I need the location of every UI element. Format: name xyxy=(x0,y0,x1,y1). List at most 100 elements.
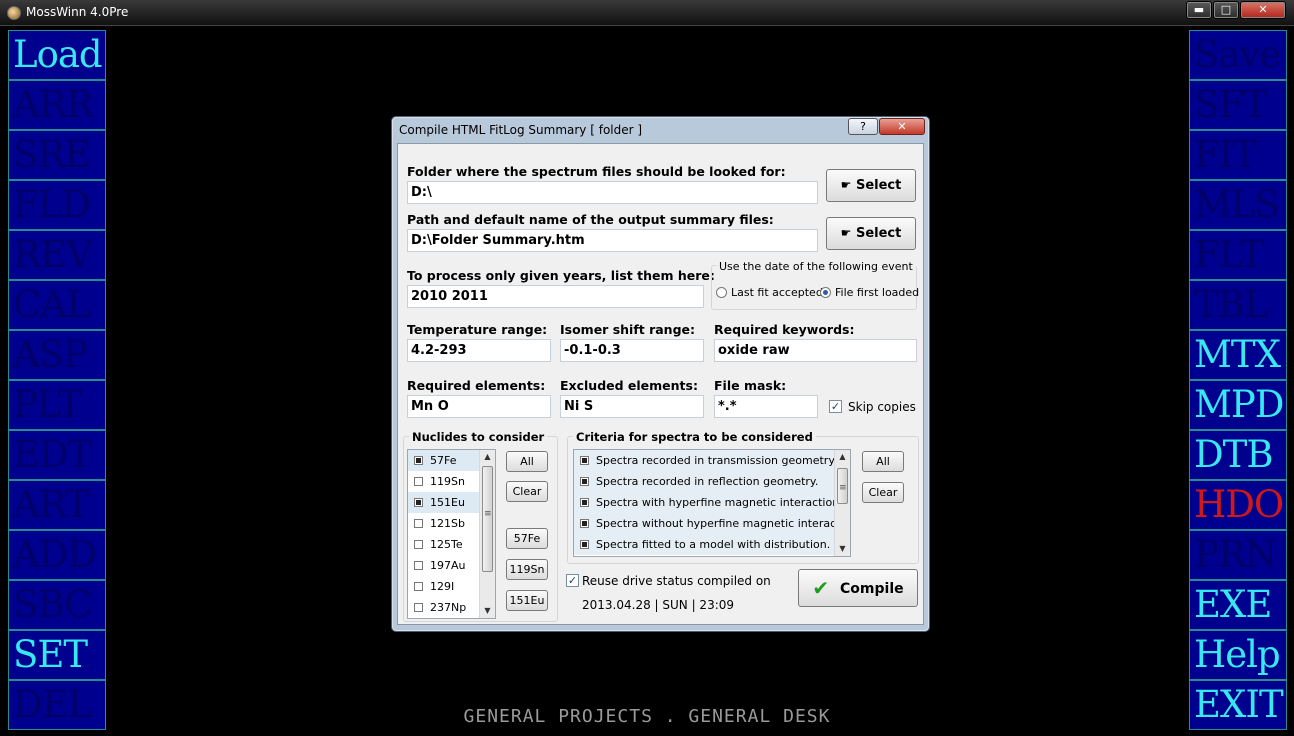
select-folder-button[interactable]: ☛ Select xyxy=(826,169,916,202)
nuclide-checkbox[interactable] xyxy=(414,561,423,570)
nuclide-checkbox[interactable] xyxy=(414,477,423,486)
menu-arr-button[interactable]: ARR xyxy=(8,80,106,130)
nuclide-checkbox[interactable] xyxy=(414,603,423,612)
temperature-input[interactable]: 4.2-293 xyxy=(407,339,551,362)
nuclide-checkbox[interactable] xyxy=(414,498,423,507)
criteria-item[interactable]: Spectra without hyperfine magnetic inter… xyxy=(574,513,850,534)
criteria-label: Spectra recorded in transmission geometr… xyxy=(596,454,837,467)
nuclide-label: 121Sb xyxy=(430,517,465,530)
menu-sft-button[interactable]: SFT xyxy=(1189,80,1287,130)
criteria-checkbox[interactable] xyxy=(580,456,589,465)
scroll-up-icon[interactable]: ▲ xyxy=(480,450,495,464)
criteria-item[interactable]: Spectra fitted to a model with distribut… xyxy=(574,534,850,555)
menu-hdo-button[interactable]: HDO xyxy=(1189,480,1287,530)
skip-copies-checkbox[interactable]: ✓ xyxy=(829,400,842,413)
criteria-checkbox[interactable] xyxy=(580,519,589,528)
date-event-group: Use the date of the following event Last… xyxy=(711,260,920,310)
menu-load-button[interactable]: Load xyxy=(8,30,106,80)
criteria-item[interactable]: Spectra recorded in reflection geometry. xyxy=(574,471,850,492)
scroll-down-icon[interactable]: ▼ xyxy=(835,542,850,556)
criteria-item[interactable]: Spectra recorded in transmission geometr… xyxy=(574,450,850,471)
nuclides-list[interactable]: 57Fe 119Sn 151Eu 121Sb 125Te 197Au 129I 237Np ▲… xyxy=(407,449,496,619)
menu-mls-button[interactable]: MLS xyxy=(1189,180,1287,230)
nuclide-checkbox[interactable] xyxy=(414,456,423,465)
dialog-close-button[interactable]: ✕ xyxy=(879,118,925,135)
menu-sbc-button[interactable]: SBC xyxy=(8,580,106,630)
criteria-item[interactable]: Spectra with hyperfine magnetic interact… xyxy=(574,492,850,513)
menu-add-button[interactable]: ADD xyxy=(8,530,106,580)
menu-help-button[interactable]: Help xyxy=(1189,630,1287,680)
hand-pointer-icon: ☛ xyxy=(840,226,852,240)
excluded-elements-label: Excluded elements: xyxy=(560,378,698,393)
nuclides-clear-button[interactable]: Clear xyxy=(506,481,548,502)
menu-set-button[interactable]: SET xyxy=(8,630,106,680)
output-label: Path and default name of the output summ… xyxy=(407,212,774,227)
menu-plt-button[interactable]: PLT xyxy=(8,380,106,430)
criteria-clear-button[interactable]: Clear xyxy=(862,482,904,503)
menu-sre-button[interactable]: SRE xyxy=(8,130,106,180)
dialog-help-button[interactable]: ? xyxy=(848,118,878,135)
menu-edt-button[interactable]: EDT xyxy=(8,430,106,480)
scroll-down-icon[interactable]: ▼ xyxy=(480,604,495,618)
menu-save-button[interactable]: Save xyxy=(1189,30,1287,80)
nuclides-all-button[interactable]: All xyxy=(506,451,548,472)
folder-label: Folder where the spectrum files should b… xyxy=(407,164,786,179)
nuclide-checkbox[interactable] xyxy=(414,540,423,549)
select-output-button[interactable]: ☛ Select xyxy=(826,217,916,250)
criteria-checkbox[interactable] xyxy=(580,477,589,486)
menu-art-button[interactable]: ART xyxy=(8,480,106,530)
criteria-label: Spectra without hyperfine magnetic inter… xyxy=(596,517,851,530)
scroll-thumb[interactable] xyxy=(482,466,493,572)
nuclide-label: 119Sn xyxy=(430,475,465,488)
radio-last-fit[interactable] xyxy=(716,287,727,298)
compile-label: Compile xyxy=(840,581,904,597)
output-path-input[interactable]: D:\Folder Summary.htm xyxy=(407,229,818,252)
menu-cal-button[interactable]: CAL xyxy=(8,280,106,330)
years-input[interactable]: 2010 2011 xyxy=(407,285,704,308)
menu-flt-button[interactable]: FLT xyxy=(1189,230,1287,280)
menu-tbl-button[interactable]: TBL xyxy=(1189,280,1287,330)
menu-prn-button[interactable]: PRN xyxy=(1189,530,1287,580)
excluded-elements-input[interactable]: Ni S xyxy=(560,395,704,418)
menu-dtb-button[interactable]: DTB xyxy=(1189,430,1287,480)
radio-first-loaded-label: File first loaded xyxy=(835,286,920,299)
quick-57fe-button[interactable]: 57Fe xyxy=(506,528,548,549)
scroll-thumb[interactable] xyxy=(837,468,848,504)
file-mask-label: File mask: xyxy=(714,378,787,393)
quick-119sn-button[interactable]: 119Sn xyxy=(506,559,548,580)
menu-fld-button[interactable]: FLD xyxy=(8,180,106,230)
nuclide-checkbox[interactable] xyxy=(414,519,423,528)
file-mask-input[interactable]: *.* xyxy=(714,395,818,418)
close-window-button[interactable]: ✕ xyxy=(1240,1,1286,19)
nuclide-label: 129I xyxy=(430,580,455,593)
required-elements-input[interactable]: Mn O xyxy=(407,395,551,418)
criteria-scrollbar[interactable]: ▲ ▼ xyxy=(834,450,850,556)
criteria-all-button[interactable]: All xyxy=(862,451,904,472)
keywords-input[interactable]: oxide raw xyxy=(714,339,917,362)
minimize-button[interactable]: ▬ xyxy=(1186,1,1212,19)
criteria-group-title: Criteria for spectra to be considered xyxy=(573,430,816,444)
criteria-list[interactable]: Spectra recorded in transmission geometr… xyxy=(573,449,851,557)
radio-first-loaded[interactable] xyxy=(820,287,831,298)
isomer-shift-input[interactable]: -0.1-0.3 xyxy=(560,339,704,362)
nuclides-scrollbar[interactable]: ▲ ▼ xyxy=(479,450,495,618)
reuse-drive-checkbox[interactable]: ✓ xyxy=(566,574,579,587)
menu-fit-button[interactable]: FIT xyxy=(1189,130,1287,180)
nuclide-checkbox[interactable] xyxy=(414,582,423,591)
folder-input[interactable]: D:\ xyxy=(407,181,818,204)
window-title: MossWinn 4.0Pre xyxy=(26,5,129,19)
maximize-button[interactable]: □ xyxy=(1213,1,1239,19)
required-elements-label: Required elements: xyxy=(407,378,546,393)
scroll-up-icon[interactable]: ▲ xyxy=(835,450,850,464)
menu-mtx-button[interactable]: MTX xyxy=(1189,330,1287,380)
menu-mpd-button[interactable]: MPD xyxy=(1189,380,1287,430)
quick-151eu-button[interactable]: 151Eu xyxy=(506,590,548,611)
checkmark-icon: ✔ xyxy=(812,576,830,600)
compile-button[interactable]: ✔ Compile xyxy=(798,569,918,607)
window-titlebar: MossWinn 4.0Pre ▬ □ ✕ xyxy=(0,0,1294,26)
menu-asp-button[interactable]: ASP xyxy=(8,330,106,380)
criteria-checkbox[interactable] xyxy=(580,540,589,549)
menu-rev-button[interactable]: REV xyxy=(8,230,106,280)
menu-exe-button[interactable]: EXE xyxy=(1189,580,1287,630)
criteria-checkbox[interactable] xyxy=(580,498,589,507)
